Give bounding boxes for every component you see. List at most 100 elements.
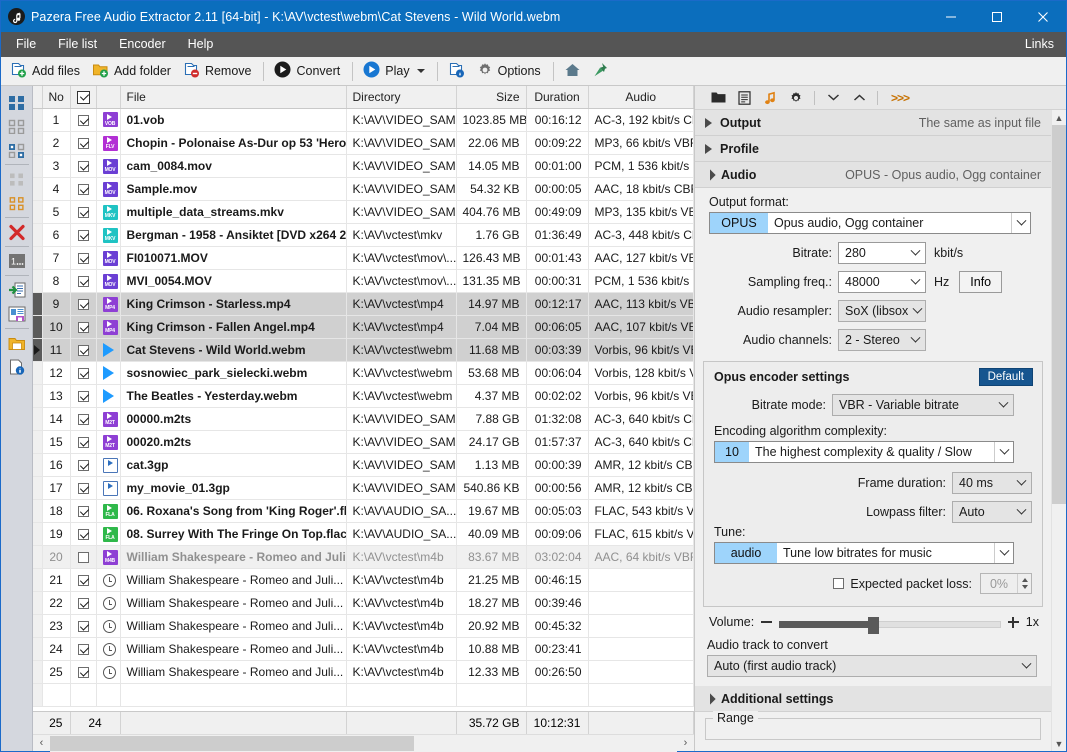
table-row[interactable]: 10MP4King Crimson - Fallen Angel.mp4K:\A… [33, 316, 694, 339]
minimize-button[interactable] [928, 1, 974, 32]
remove-all-icon[interactable] [2, 220, 32, 244]
row-checkbox[interactable] [70, 339, 96, 362]
options-button[interactable]: Options [472, 59, 548, 84]
row-checkbox[interactable] [70, 247, 96, 270]
scroll-right-icon[interactable]: › [677, 735, 694, 752]
row-checkbox[interactable] [70, 109, 96, 132]
output-format-combo[interactable]: OPUS Opus audio, Ogg container [709, 212, 1031, 234]
convert-button[interactable]: Convert [269, 59, 347, 84]
lowpass-combo[interactable]: Auto [952, 501, 1032, 523]
table-row[interactable]: 16cat.3gpK:\AV\VIDEO_SAM...1.13 MB00:00:… [33, 454, 694, 477]
row-checkbox[interactable] [70, 224, 96, 247]
table-row[interactable]: 15M2T00020.m2tsK:\AV\VIDEO_SAM...24.17 G… [33, 431, 694, 454]
section-additional-settings[interactable]: Additional settings [695, 686, 1051, 712]
row-checkbox[interactable] [70, 592, 96, 615]
chevron-down-icon[interactable] [994, 442, 1013, 462]
table-row[interactable]: 18FLA06. Roxana's Song from 'King Roger'… [33, 500, 694, 523]
table-row[interactable]: 19FLA08. Surrey With The Fringe On Top.f… [33, 523, 694, 546]
table-row[interactable]: 25William Shakespeare - Romeo and Juli..… [33, 661, 694, 684]
row-checkbox[interactable] [70, 523, 96, 546]
column-header-checkbox[interactable] [70, 86, 96, 108]
select-none-icon[interactable] [2, 114, 32, 138]
scroll-up-icon[interactable]: ▲ [1052, 110, 1066, 125]
row-checkbox[interactable] [70, 270, 96, 293]
default-button[interactable]: Default [979, 368, 1033, 386]
table-row[interactable]: 21William Shakespeare - Romeo and Juli..… [33, 569, 694, 592]
row-checkbox[interactable] [70, 201, 96, 224]
sampling-combo[interactable]: 48000 [838, 271, 926, 293]
pin-button[interactable] [588, 59, 615, 84]
spinner-buttons[interactable] [1017, 574, 1031, 593]
chevron-down-icon[interactable] [1012, 502, 1031, 522]
volume-plus-icon[interactable] [1008, 617, 1019, 628]
table-row[interactable]: 11Cat Stevens - Wild World.webmK:\AV\vct… [33, 339, 694, 362]
chevron-up-icon[interactable] [846, 87, 872, 109]
volume-slider[interactable] [779, 618, 1001, 627]
add-files-button[interactable]: Add files [5, 59, 87, 84]
row-checkbox[interactable] [70, 293, 96, 316]
packet-loss-spinner[interactable]: 0% [980, 573, 1032, 594]
hscroll-track[interactable] [50, 735, 677, 752]
table-row[interactable]: 24William Shakespeare - Romeo and Juli..… [33, 638, 694, 661]
chevron-down-icon[interactable] [906, 243, 925, 263]
play-button[interactable]: Play [358, 59, 431, 84]
add-folder-button[interactable]: Add folder [87, 59, 178, 84]
table-row[interactable]: 1VOB01.vobK:\AV\VIDEO_SAM...1023.85 MB00… [33, 109, 694, 132]
document-icon[interactable] [731, 87, 757, 109]
table-row[interactable]: 22William Shakespeare - Romeo and Juli..… [33, 592, 694, 615]
channels-combo[interactable]: 2 - Stereo [838, 329, 926, 351]
select-all-icon[interactable] [2, 90, 32, 114]
chevron-down-icon[interactable] [1017, 656, 1036, 676]
maximize-button[interactable] [974, 1, 1020, 32]
menu-item-help[interactable]: Help [177, 32, 225, 57]
chevron-down-icon[interactable] [994, 395, 1013, 415]
row-checkbox[interactable] [70, 454, 96, 477]
row-checkbox[interactable] [70, 477, 96, 500]
table-row[interactable]: 8MOVMVI_0054.MOVK:\AV\vctest\mov\...131.… [33, 270, 694, 293]
volume-minus-icon[interactable] [761, 621, 772, 623]
expected-packet-loss-checkbox[interactable] [833, 578, 844, 589]
table-row[interactable]: 4MOVSample.movK:\AV\VIDEO_SAM...54.32 KB… [33, 178, 694, 201]
row-checkbox[interactable] [70, 431, 96, 454]
table-row[interactable]: 2FLVChopin - Polonaise As-Dur op 53 'Her… [33, 132, 694, 155]
menu-item-file[interactable]: File [5, 32, 47, 57]
row-checkbox[interactable] [70, 546, 96, 569]
section-output[interactable]: Output The same as input file [695, 110, 1051, 136]
row-checkbox[interactable] [70, 638, 96, 661]
column-header-audio[interactable]: Audio [588, 86, 694, 108]
volume-slider-knob[interactable] [868, 617, 879, 634]
column-header-file[interactable]: File [120, 86, 346, 108]
open-folder-icon[interactable] [2, 331, 32, 355]
table-row[interactable]: 7MOVFI010071.MOVK:\AV\vctest\mov\...126.… [33, 247, 694, 270]
chevron-down-icon[interactable] [906, 272, 925, 292]
section-profile[interactable]: Profile [695, 136, 1051, 162]
bitrate-mode-combo[interactable]: VBR - Variable bitrate [832, 394, 1014, 416]
table-row[interactable]: 3MOVcam_0084.movK:\AV\VIDEO_SAM...14.05 … [33, 155, 694, 178]
select-all-checkbox[interactable] [77, 91, 90, 104]
menu-item-file-list[interactable]: File list [47, 32, 108, 57]
column-header-size[interactable]: Size [456, 86, 526, 108]
info-button[interactable]: Info [959, 271, 1002, 293]
uncheck-grey-icon[interactable] [2, 167, 32, 191]
row-checkbox[interactable] [70, 362, 96, 385]
table-row[interactable]: 17my_movie_01.3gpK:\AV\VIDEO_SAM...540.8… [33, 477, 694, 500]
settings-vscrollbar[interactable]: ▲ ▼ [1051, 110, 1066, 751]
table-row[interactable]: 6MKVBergman - 1958 - Ansiktet [DVD x264 … [33, 224, 694, 247]
chevron-down-icon[interactable] [994, 543, 1013, 563]
tune-combo[interactable]: audio Tune low bitrates for music [714, 542, 1014, 564]
close-button[interactable] [1020, 1, 1066, 32]
row-checkbox[interactable] [70, 316, 96, 339]
chevron-down-icon[interactable] [1012, 473, 1031, 493]
check-orange-icon[interactable] [2, 191, 32, 215]
file-list-hscrollbar[interactable]: ‹ › [33, 734, 694, 751]
row-checkbox[interactable] [70, 615, 96, 638]
vscroll-track[interactable] [1052, 125, 1066, 736]
table-row[interactable]: 23William Shakespeare - Romeo and Juli..… [33, 615, 694, 638]
column-header-no[interactable]: No [42, 86, 70, 108]
column-header-duration[interactable]: Duration [526, 86, 588, 108]
chevron-down-icon[interactable] [1011, 213, 1030, 233]
row-checkbox[interactable] [70, 408, 96, 431]
file-properties-icon[interactable] [2, 355, 32, 379]
column-header-directory[interactable]: Directory [346, 86, 456, 108]
menu-item-encoder[interactable]: Encoder [108, 32, 177, 57]
